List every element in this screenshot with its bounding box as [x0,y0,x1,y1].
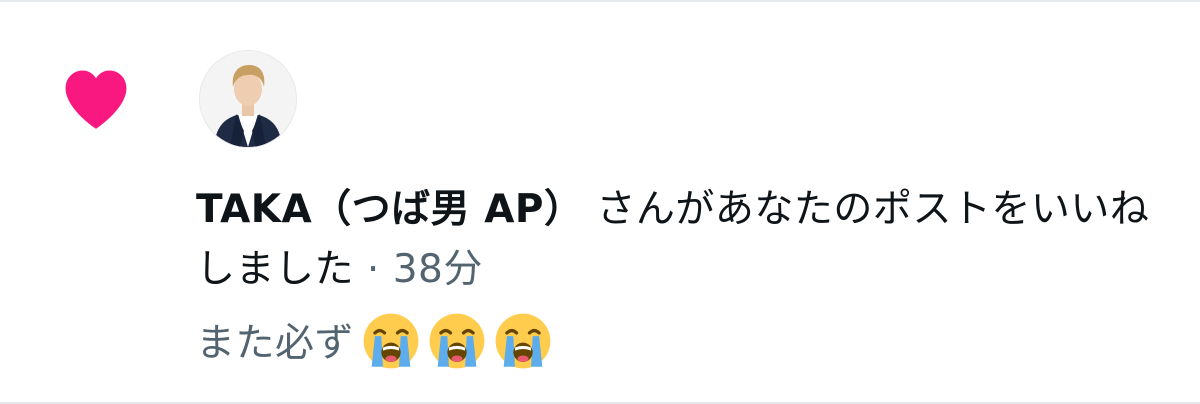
avatar[interactable] [199,50,297,148]
heart-icon [65,70,127,129]
notification-message: TAKA（つば男 AP） さんがあなたのポストをいいねしました · 38分 [196,180,1176,300]
timestamp[interactable]: 38分 [393,247,483,292]
loudly-crying-face-icon [495,313,551,369]
like-notification[interactable]: TAKA（つば男 AP） さんがあなたのポストをいいねしました · 38分 また… [0,0,1200,404]
loudly-crying-face-icon [429,313,485,369]
post-excerpt-text: また必ず [196,321,355,366]
separator-dot: · [354,247,393,292]
liked-post-excerpt[interactable]: また必ず [196,312,552,374]
loudly-crying-face-icon [363,313,419,369]
actor-name[interactable]: TAKA（つば男 AP） [196,187,584,232]
